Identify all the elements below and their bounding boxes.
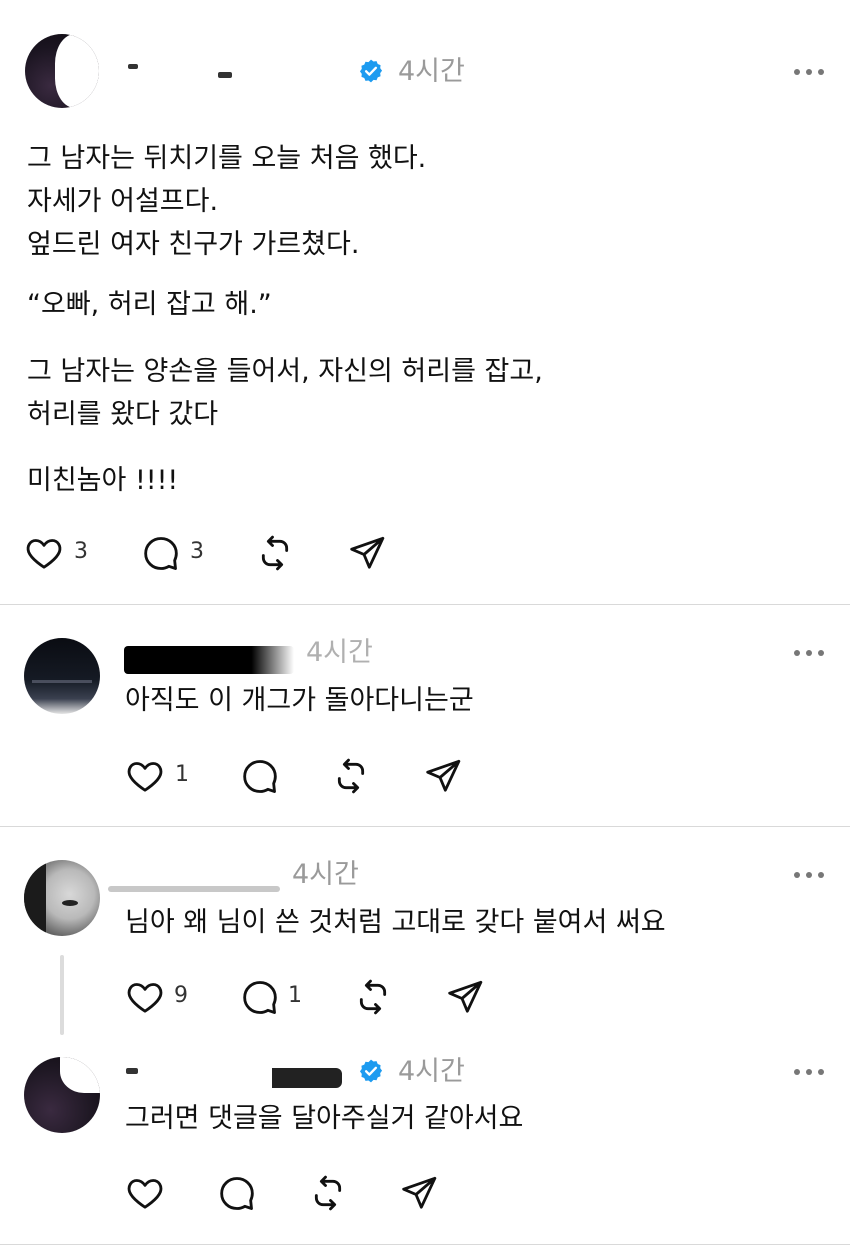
reply1-text: 아직도 이 개그가 돌아다니는군 [125, 685, 474, 716]
post-text-line-2: 자세가 어설프다. [27, 186, 219, 217]
post-text-line-1: 그 남자는 뒤치기를 오늘 처음 했다. [27, 143, 427, 174]
reply3-repost-icon[interactable] [308, 1173, 348, 1213]
thread-connector-line [60, 955, 64, 1035]
reply1-repost-icon[interactable] [331, 756, 371, 796]
reply1-timestamp: 4시간 [306, 637, 373, 668]
reply2-share-send-icon[interactable] [445, 977, 485, 1017]
post-text-line-3: 엎드린 여자 친구가 가르쳤다. [27, 229, 360, 260]
post-timestamp: 4시간 [398, 56, 465, 87]
share-send-icon[interactable] [347, 533, 387, 573]
like-heart-icon[interactable] [24, 533, 64, 573]
reply1-comment-bubble-icon[interactable] [240, 756, 280, 796]
reply1-author-name-redacted[interactable] [124, 646, 294, 674]
reply3-more-options-icon[interactable] [794, 1069, 824, 1077]
reply3-author-name-redacted[interactable] [122, 1060, 354, 1090]
comment-bubble-icon[interactable] [141, 533, 181, 573]
reply2-repost-icon[interactable] [353, 977, 393, 1017]
reply2-author-name-redacted[interactable] [104, 862, 286, 896]
reply2-comment-count: 1 [288, 983, 302, 1008]
verified-badge-icon [359, 59, 383, 83]
reply3-comment-bubble-icon[interactable] [217, 1173, 257, 1213]
post-like-count: 3 [74, 539, 88, 564]
reply2-author-avatar[interactable] [24, 860, 100, 936]
reply1-more-options-icon[interactable] [794, 650, 824, 658]
reply3-share-send-icon[interactable] [399, 1173, 439, 1213]
post-text-line-5: 그 남자는 양손을 들어서, 자신의 허리를 잡고, [27, 356, 543, 387]
bottom-divider [0, 1244, 850, 1245]
post-text-line-6: 허리를 왔다 갔다 [27, 399, 219, 430]
post-divider [0, 604, 850, 605]
post-comment-count: 3 [190, 539, 204, 564]
reply2-like-heart-icon[interactable] [125, 977, 165, 1017]
reply3-text: 그러면 댓글을 달아주실거 같아서요 [125, 1103, 524, 1134]
post-text-line-7: 미친놈아 !!!! [27, 465, 179, 496]
verified-badge-icon [359, 1059, 383, 1083]
reply2-comment-bubble-icon[interactable] [240, 977, 280, 1017]
reply1-like-heart-icon[interactable] [125, 756, 165, 796]
reply1-divider [0, 826, 850, 827]
reply3-timestamp: 4시간 [398, 1056, 465, 1087]
reply1-author-avatar[interactable] [24, 638, 100, 714]
reply1-share-send-icon[interactable] [423, 756, 463, 796]
reply1-like-count: 1 [175, 762, 189, 787]
reply2-text: 님아 왜 님이 쓴 것처럼 고대로 갖다 붙여서 써요 [125, 907, 666, 938]
post-text-line-4: “오빠, 허리 잡고 해.” [27, 289, 272, 320]
post-more-options-icon[interactable] [794, 69, 824, 77]
reply2-like-count: 9 [174, 983, 188, 1008]
reply2-more-options-icon[interactable] [794, 872, 824, 880]
reply2-timestamp: 4시간 [292, 859, 359, 890]
post-author-avatar[interactable] [25, 34, 99, 108]
reply3-like-heart-icon[interactable] [125, 1173, 165, 1213]
repost-icon[interactable] [255, 533, 295, 573]
post-author-name-redacted[interactable] [110, 58, 350, 88]
reply3-author-avatar[interactable] [24, 1057, 100, 1133]
